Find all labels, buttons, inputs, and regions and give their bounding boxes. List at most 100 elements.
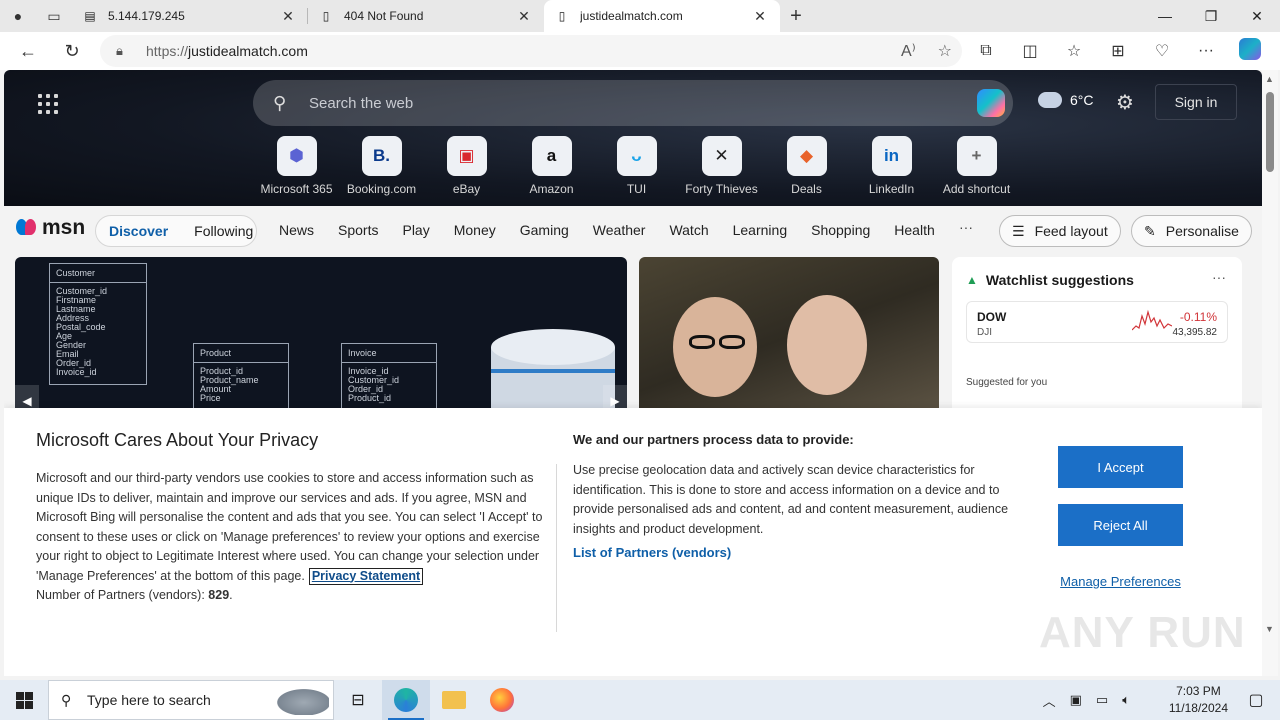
manage-preferences-link[interactable]: Manage Preferences xyxy=(1058,574,1183,589)
shortcut-booking-com[interactable]: B. Booking.com xyxy=(339,136,424,196)
stock-row[interactable]: DOW DJI -0.11% 43,395.82 xyxy=(966,301,1228,343)
shortcut-linkedin[interactable]: in LinkedIn xyxy=(849,136,934,196)
more-options-icon[interactable]: ··· xyxy=(1212,269,1226,285)
close-tab-icon[interactable]: ✕ xyxy=(514,8,534,25)
tab-title: 404 Not Found xyxy=(344,9,424,23)
tab-actions-icon[interactable]: ▭ xyxy=(36,0,72,32)
nav-gaming[interactable]: Gaming xyxy=(520,222,569,238)
close-tab-icon[interactable]: ✕ xyxy=(750,8,770,25)
weather-widget[interactable]: 6°C xyxy=(1038,92,1094,108)
refresh-button[interactable]: ↻ xyxy=(50,32,94,70)
profile-icon[interactable]: ● xyxy=(0,0,36,32)
more-categories-button[interactable]: ··· xyxy=(959,219,973,235)
system-clock[interactable]: 7:03 PM 11/18/2024 xyxy=(1169,683,1228,717)
nav-play[interactable]: Play xyxy=(402,222,429,238)
volume-icon[interactable]: 🔈︎ xyxy=(1122,692,1130,708)
shortcut-forty-thieves[interactable]: ✕ Forty Thieves xyxy=(679,136,764,196)
shortcut-label: Amazon xyxy=(529,182,574,196)
new-tab-button[interactable]: + xyxy=(780,0,812,32)
copilot-search-icon[interactable] xyxy=(977,89,1005,117)
collections-icon[interactable]: ⊞ xyxy=(1096,41,1140,61)
favorites-icon[interactable]: ☆ xyxy=(1052,41,1096,61)
performance-icon[interactable]: ♡ xyxy=(1140,41,1184,61)
table-field: Product_id xyxy=(348,393,392,403)
shortcut-deals[interactable]: ◆ Deals xyxy=(764,136,849,196)
more-menu-icon[interactable]: ··· xyxy=(1184,42,1228,60)
extensions-icon[interactable]: ⧉ xyxy=(964,42,1008,60)
nav-sports[interactable]: Sports xyxy=(338,222,378,238)
tab-2[interactable]: ▯ 404 Not Found ✕ xyxy=(308,0,544,32)
partners-count: 829 xyxy=(208,588,230,602)
feed-layout-button[interactable]: ☰ Feed layout xyxy=(999,215,1121,247)
read-aloud-icon[interactable]: A⁾ xyxy=(901,41,916,61)
watchlist-card: ▲ Watchlist suggestions ··· DOW DJI -0.1… xyxy=(952,257,1242,417)
taskbar-search[interactable]: ⚲ Type here to search xyxy=(48,680,334,720)
nav-watch[interactable]: Watch xyxy=(669,222,708,238)
shortcut-tile-icon: a xyxy=(531,136,572,176)
tab-1[interactable]: ▤ 5.144.179.245 ✕ xyxy=(72,0,308,32)
shortcut-tile-icon: in xyxy=(871,136,912,176)
glasses-shape xyxy=(719,335,745,349)
lock-icon[interactable]: 🔒︎ xyxy=(116,43,146,59)
nav-shopping[interactable]: Shopping xyxy=(811,222,870,238)
copilot-icon[interactable] xyxy=(1228,37,1272,65)
explorer-taskbar-button[interactable] xyxy=(430,680,478,720)
task-view-icon: ⊟ xyxy=(351,692,365,709)
edge-taskbar-button[interactable] xyxy=(382,680,430,720)
nav-weather[interactable]: Weather xyxy=(593,222,646,238)
favorite-star-icon[interactable]: ☆ xyxy=(938,41,952,61)
vendors-list-link[interactable]: List of Partners (vendors) xyxy=(573,545,731,560)
web-search-box[interactable]: ⚲ Search the web xyxy=(253,80,1013,126)
notifications-icon[interactable]: ▢ xyxy=(1232,680,1280,720)
reject-all-button[interactable]: Reject All xyxy=(1058,504,1183,546)
privacy-consent-banner: Microsoft Cares About Your Privacy Micro… xyxy=(4,408,1262,676)
app-launcher-icon[interactable] xyxy=(38,94,58,114)
tray-app-icon[interactable]: ▣ xyxy=(1070,692,1082,708)
nav-news[interactable]: News xyxy=(279,222,314,238)
window-controls: — ❐ ✕ xyxy=(1142,0,1280,32)
firefox-taskbar-button[interactable] xyxy=(478,680,526,720)
close-tab-icon[interactable]: ✕ xyxy=(278,8,298,25)
shortcut-add-shortcut[interactable]: + Add shortcut xyxy=(934,136,1019,196)
minimize-icon[interactable]: — xyxy=(1142,0,1188,32)
cloud-icon xyxy=(1038,92,1062,108)
shortcut-amazon[interactable]: a Amazon xyxy=(509,136,594,196)
address-bar[interactable]: 🔒︎ https://justidealmatch.com A⁾ ☆ xyxy=(100,35,962,67)
close-window-icon[interactable]: ✕ xyxy=(1234,0,1280,32)
scroll-down-icon[interactable]: ▼ xyxy=(1265,624,1274,634)
tab-following[interactable]: Following xyxy=(181,223,266,239)
nav-learning[interactable]: Learning xyxy=(733,222,788,238)
msn-logo[interactable]: msn xyxy=(16,216,85,240)
table-name: Customer xyxy=(50,264,146,283)
tab-3-active[interactable]: ▯ justidealmatch.com ✕ xyxy=(544,0,780,32)
nav-money[interactable]: Money xyxy=(454,222,496,238)
network-icon[interactable]: ▭ xyxy=(1096,692,1108,708)
shortcut-ebay[interactable]: ▣ eBay xyxy=(424,136,509,196)
start-button[interactable] xyxy=(0,680,48,720)
shortcut-tui[interactable]: ᴗ TUI xyxy=(594,136,679,196)
settings-gear-icon[interactable]: ⚙ xyxy=(1116,90,1134,115)
scroll-up-icon[interactable]: ▲ xyxy=(1265,74,1274,84)
nav-health[interactable]: Health xyxy=(894,222,934,238)
news-card-database[interactable]: Customer Customer_id Firstname Lastname Add… xyxy=(15,257,627,417)
scroll-thumb[interactable] xyxy=(1266,92,1274,172)
suggested-label: Suggested for you xyxy=(966,377,1048,388)
back-button[interactable]: ← xyxy=(6,32,50,70)
news-card-photo[interactable] xyxy=(639,257,939,417)
tab-discover[interactable]: Discover xyxy=(96,223,181,239)
accept-button[interactable]: I Accept xyxy=(1058,446,1183,488)
page-scrollbar[interactable]: ▲ ▼ xyxy=(1262,70,1278,676)
personalise-button[interactable]: ✎ Personalise xyxy=(1131,215,1252,247)
firefox-icon xyxy=(490,688,514,712)
task-view-button[interactable]: ⊟ xyxy=(334,680,382,720)
sign-in-button[interactable]: Sign in xyxy=(1155,84,1237,120)
url-text[interactable]: https://justidealmatch.com xyxy=(146,43,308,59)
privacy-statement-link[interactable]: Privacy Statement xyxy=(308,567,424,585)
privacy-body-text: Microsoft and our third-party vendors us… xyxy=(36,471,543,583)
shortcut-microsoft-365[interactable]: ⬢ Microsoft 365 xyxy=(254,136,339,196)
feed-layout-label: Feed layout xyxy=(1034,223,1108,239)
database-illustration xyxy=(491,329,615,417)
split-screen-icon[interactable]: ◫ xyxy=(1008,41,1052,61)
restore-icon[interactable]: ❐ xyxy=(1188,0,1234,32)
tray-chevron-icon[interactable]: ︿ xyxy=(1043,691,1056,710)
